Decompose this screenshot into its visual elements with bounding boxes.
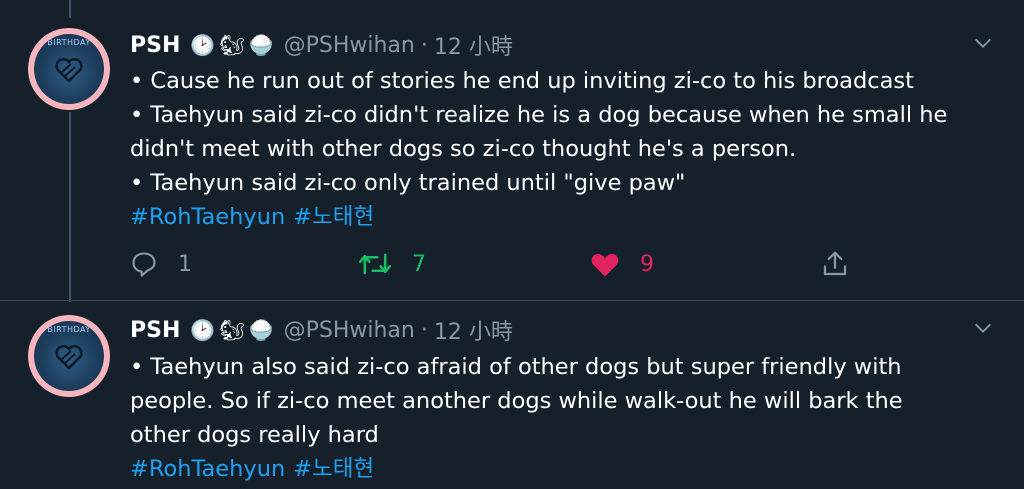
retweet-icon (359, 253, 391, 275)
hashtag-link[interactable]: #노태현 (293, 456, 374, 482)
separator-dot: · (420, 317, 428, 343)
clock-emoji: 🕑 (190, 318, 216, 342)
tweet-line: didn't meet with other dogs so zi-co tho… (130, 136, 797, 162)
hashtag-link[interactable]: #RohTaehyun (130, 456, 285, 482)
author-handle[interactable]: @PSHwihan (284, 33, 415, 58)
tweet-line: people. So if zi-co meet another dogs wh… (130, 388, 903, 414)
chipmunk-emoji: 🐿 (219, 318, 245, 342)
retweet-button[interactable]: 7 (358, 244, 426, 284)
rice-emoji: 🍚 (248, 33, 274, 57)
like-count: 9 (640, 251, 654, 277)
tweet-line: • Cause he run out of stories he end up … (130, 68, 914, 94)
like-button[interactable]: 9 (590, 244, 654, 284)
tweet-line: other dogs really hard (130, 422, 379, 448)
reply-count: 1 (178, 251, 192, 277)
tweet[interactable]: BIRTHDAY PSH 🕑 🐿 🍚 @PSHwihan · 12 小時 • T… (0, 301, 1024, 489)
hashtags: #RohTaehyun #노태현 (130, 200, 1000, 234)
separator-dot: · (420, 32, 428, 58)
author-handle[interactable]: @PSHwihan (284, 318, 415, 343)
tweet-line: • Taehyun also said zi-co afraid of othe… (130, 354, 902, 380)
tweet-header: PSH 🕑 🐿 🍚 @PSHwihan · 12 小時 (130, 314, 513, 346)
tweet-text: • Taehyun also said zi-co afraid of othe… (130, 350, 1000, 486)
hashtag-link[interactable]: #RohTaehyun (130, 204, 285, 230)
avatar[interactable]: BIRTHDAY (28, 28, 110, 110)
tweet-actions: 1 7 9 (130, 244, 1010, 284)
heart-icon (591, 254, 619, 277)
chevron-down-icon[interactable] (972, 317, 994, 339)
reply-icon (132, 252, 156, 277)
tweet-header: PSH 🕑 🐿 🍚 @PSHwihan · 12 小時 (130, 29, 513, 61)
clock-emoji: 🕑 (190, 33, 216, 57)
heart-logo-icon (55, 57, 83, 83)
timestamp[interactable]: 12 小時 (434, 29, 513, 61)
author-name[interactable]: PSH (130, 33, 180, 58)
tweet-line: • Taehyun said zi-co didn't realize he i… (130, 102, 948, 128)
author-name[interactable]: PSH (130, 318, 180, 343)
retweet-count: 7 (412, 251, 426, 277)
tweet[interactable]: BIRTHDAY PSH 🕑 🐿 🍚 @PSHwihan · 12 小時 • C… (0, 0, 1024, 300)
hashtag-link[interactable]: #노태현 (293, 204, 374, 230)
share-button[interactable] (820, 244, 870, 284)
tweet-line: • Taehyun said zi-co only trained until … (130, 170, 686, 196)
reply-button[interactable]: 1 (130, 244, 192, 284)
hashtags: #RohTaehyun #노태현 (130, 452, 1000, 486)
chevron-down-icon[interactable] (972, 32, 994, 54)
tweet-text: • Cause he run out of stories he end up … (130, 64, 1000, 234)
share-icon (823, 251, 847, 276)
timestamp[interactable]: 12 小時 (434, 314, 513, 346)
heart-logo-icon (55, 344, 83, 370)
chipmunk-emoji: 🐿 (219, 33, 245, 57)
rice-emoji: 🍚 (248, 318, 274, 342)
avatar[interactable]: BIRTHDAY (28, 315, 110, 397)
